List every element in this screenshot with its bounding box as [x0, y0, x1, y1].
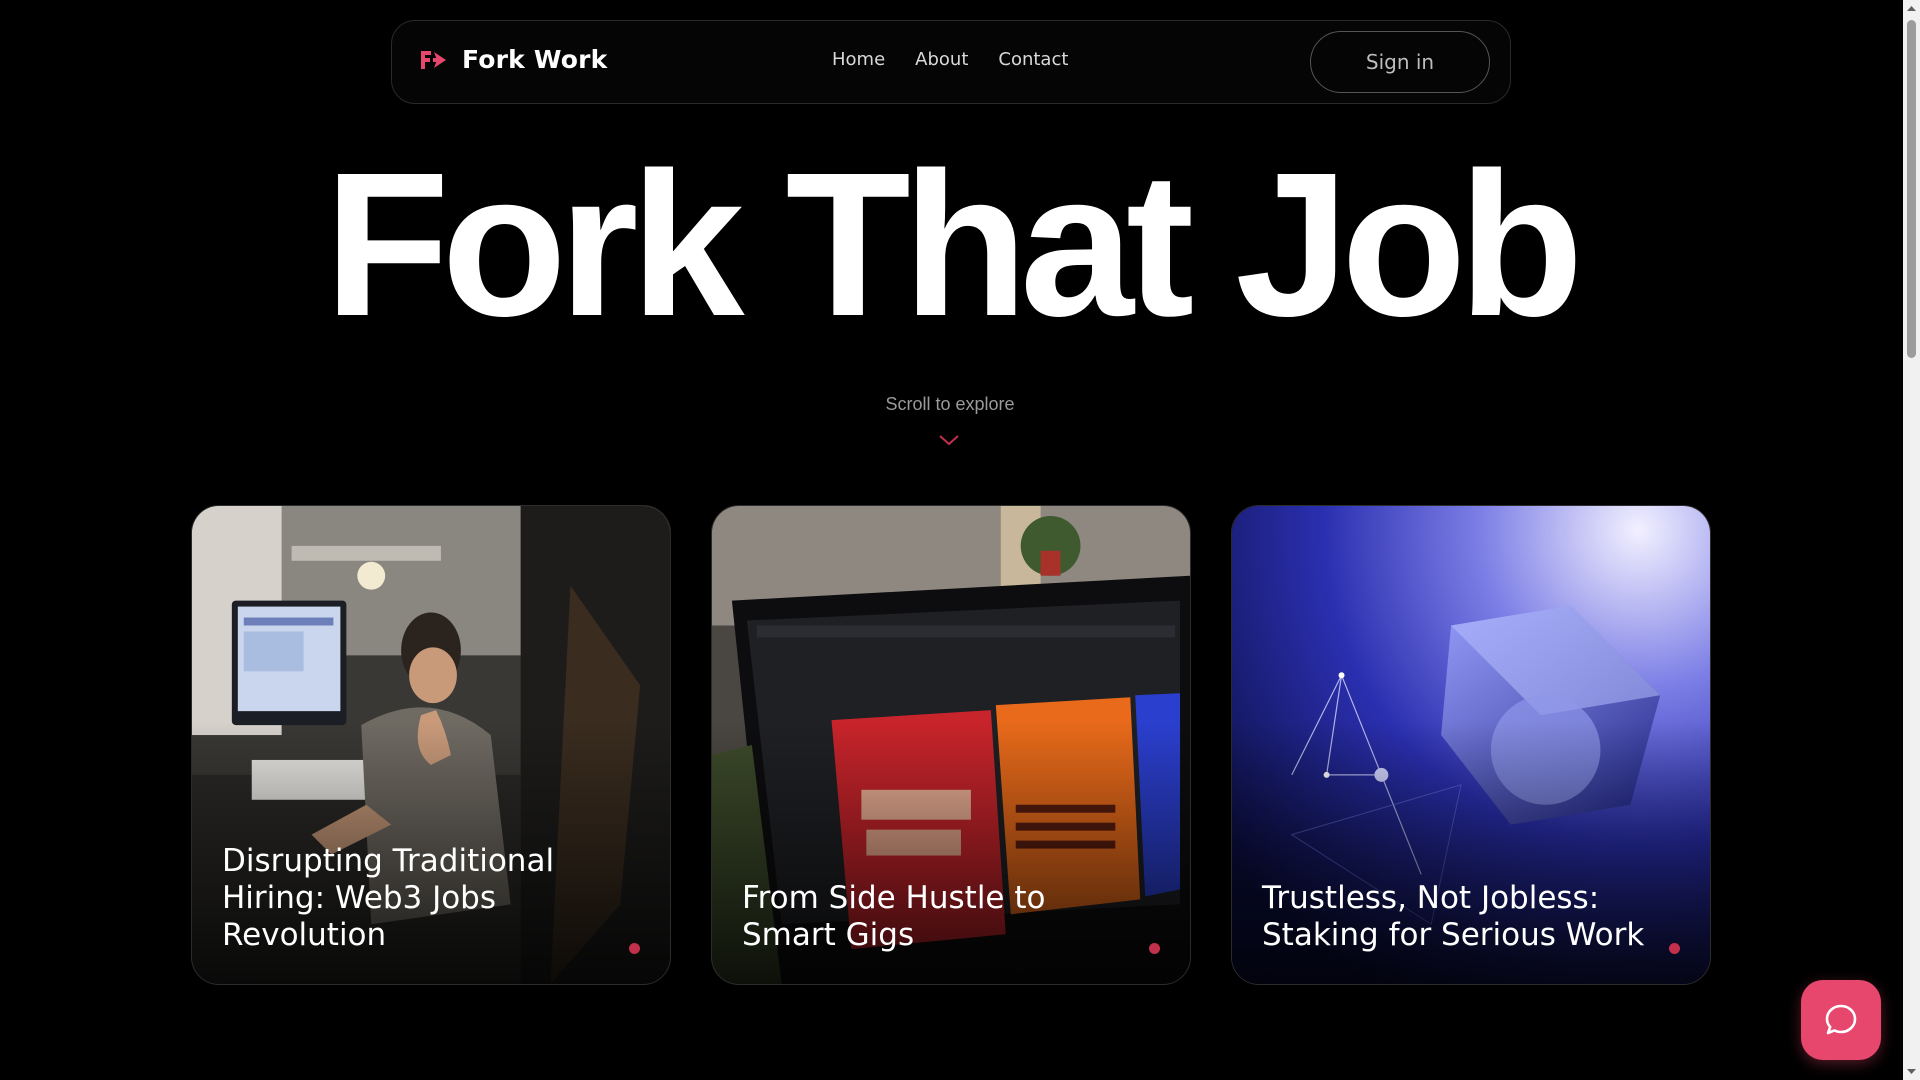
- brand[interactable]: Fork Work: [418, 45, 608, 74]
- card-dot-indicator: [1149, 943, 1160, 954]
- article-card-side-hustle[interactable]: From Side Hustle to Smart Gigs: [711, 505, 1191, 985]
- chat-bubble-icon: [1825, 1004, 1857, 1035]
- nav-links: Home About Contact: [832, 49, 1068, 70]
- hero-title: Fork That Job: [324, 130, 1583, 359]
- scroll-hint: Scroll to explore: [885, 394, 1015, 414]
- article-card-staking[interactable]: Trustless, Not Jobless: Staking for Seri…: [1231, 505, 1711, 985]
- nav-about[interactable]: About: [915, 49, 968, 70]
- brand-name: Fork Work: [462, 45, 608, 74]
- scroll-down-arrow-icon[interactable]: [1903, 1063, 1920, 1080]
- top-navbar: Fork Work Home About Contact Sign in: [391, 20, 1511, 104]
- vertical-scrollbar[interactable]: [1903, 0, 1920, 1080]
- nav-home[interactable]: Home: [832, 49, 885, 70]
- card-title: Trustless, Not Jobless: Staking for Seri…: [1262, 880, 1645, 953]
- nav-contact[interactable]: Contact: [998, 49, 1068, 70]
- chat-button[interactable]: [1801, 980, 1881, 1060]
- card-dot-indicator: [629, 943, 640, 954]
- chevron-down-icon[interactable]: [938, 432, 960, 448]
- sign-in-button[interactable]: Sign in: [1310, 31, 1490, 93]
- card-title: Disrupting Traditional Hiring: Web3 Jobs…: [222, 843, 555, 953]
- card-title: From Side Hustle to Smart Gigs: [742, 880, 1046, 953]
- scroll-up-arrow-icon[interactable]: [1903, 0, 1920, 17]
- scrollbar-thumb[interactable]: [1907, 20, 1916, 358]
- card-dot-indicator: [1669, 943, 1680, 954]
- article-card-web3-jobs[interactable]: Disrupting Traditional Hiring: Web3 Jobs…: [191, 505, 671, 985]
- fork-logo-icon: [421, 50, 446, 69]
